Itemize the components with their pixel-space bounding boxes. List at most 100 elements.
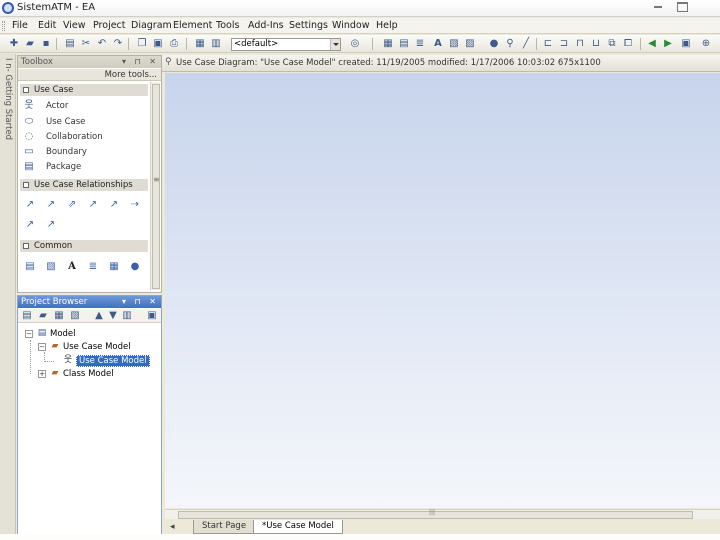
redo-icon[interactable]: ↷ [112,38,124,50]
new-element-icon[interactable]: ▧ [69,310,81,322]
toolbox-scrollbar[interactable] [150,82,160,290]
connector-icon[interactable]: ╱ [520,38,532,50]
menu-addins[interactable]: Add-Ins [248,20,284,31]
align-bottom-icon[interactable]: ⊔ [590,38,602,50]
collapse-icon[interactable] [23,87,29,93]
menu-tools[interactable]: Tools [216,20,239,31]
menu-diagram[interactable]: Diagram [131,20,172,31]
menu-help[interactable]: Help [376,20,398,31]
open-icon[interactable]: ▰ [24,38,36,50]
trace-icon[interactable]: ↗ [45,219,57,231]
properties-icon[interactable]: ▥ [121,310,133,322]
tool-package[interactable]: ▤ Package [22,160,81,174]
hyperlink-icon[interactable]: ≣ [87,261,99,273]
move-up-icon[interactable]: ▲ [93,310,105,322]
tree-node-class-model[interactable]: + ▰ Class Model [38,368,114,380]
extend-icon[interactable]: ↗ [108,199,120,211]
paste-icon[interactable]: ▣ [152,38,164,50]
workspace-select[interactable]: <default> [231,38,341,51]
element-icon[interactable]: ▧ [448,38,460,50]
move-down-icon[interactable]: ▼ [107,310,119,322]
new-folder-icon[interactable]: ▰ [37,310,49,322]
cut-icon[interactable]: ✂ [80,38,92,50]
collapse-icon[interactable] [23,243,29,249]
tab-start-page[interactable]: Start Page [193,520,256,534]
globe-icon[interactable]: ● [488,38,500,50]
grid-icon[interactable]: ▦ [382,38,394,50]
collapse-icon[interactable]: − [38,342,46,351]
section-common[interactable]: Common [20,240,148,252]
maximize-button[interactable] [670,0,694,12]
generalize-icon[interactable]: ⇗ [66,199,78,211]
menu-file[interactable]: File [12,20,28,31]
more-tools-button[interactable]: More tools... [18,69,161,81]
same-size-icon[interactable]: ⧉ [606,38,618,50]
align-left-icon[interactable]: ⊏ [542,38,554,50]
forward-icon[interactable]: ▶ [662,38,674,50]
diagram-horizontal-scrollbar[interactable] [165,509,720,519]
menu-project[interactable]: Project [93,20,126,31]
collapse-icon[interactable] [23,182,29,188]
panel-buttons[interactable]: ▾ ⊓ ✕ [122,296,159,308]
tree-node-use-case-model[interactable]: − ▰ Use Case Model [38,341,131,353]
pin-icon[interactable]: ⚲ [165,58,174,67]
tool-use-case[interactable]: ⬭ Use Case [22,115,86,129]
directed-association-icon[interactable]: ↗ [45,199,57,211]
new-project-icon[interactable]: ✚ [8,38,20,50]
copy-icon[interactable]: ❐ [136,38,148,50]
expand-icon[interactable]: + [38,369,46,378]
align-top-icon[interactable]: ⊓ [574,38,586,50]
table-icon[interactable]: ▤ [398,38,410,50]
constraint-icon[interactable]: ▧ [45,261,57,273]
font-icon[interactable]: A [432,38,444,50]
menu-element[interactable]: Element [173,20,212,31]
note-icon[interactable]: ▤ [24,261,36,273]
menu-grip-icon[interactable] [2,21,5,31]
save-icon[interactable]: ▪ [40,38,52,50]
menu-edit[interactable]: Edit [38,20,56,31]
layout-icon[interactable]: ▥ [210,38,222,50]
tab-use-case-model[interactable]: *Use Case Model [253,520,343,534]
new-diagram-icon[interactable]: ▦ [53,310,65,322]
association-icon[interactable]: ↗ [24,199,36,211]
text-icon[interactable]: A [66,261,78,273]
tree-node-use-case-diagram[interactable]: 웃 Use Case Model [62,355,150,367]
tool-actor[interactable]: 웃 Actor [22,99,68,113]
group-icon[interactable]: ⧠ [622,38,634,50]
menu-view[interactable]: View [63,20,86,31]
print-icon[interactable]: ▤ [64,38,76,50]
panel-buttons[interactable]: ▾ ⊓ ✕ [122,56,159,68]
tool-collaboration[interactable]: ◌ Collaboration [22,130,103,144]
properties-icon[interactable]: ▦ [194,38,206,50]
dependency-icon[interactable]: ↗ [24,219,36,231]
undo-icon[interactable]: ↶ [96,38,108,50]
section-use-case-relationships[interactable]: Use Case Relationships [20,179,148,191]
options-icon[interactable]: ▣ [146,310,158,322]
new-package-icon[interactable]: ▤ [21,310,33,322]
include-icon[interactable]: ↗ [87,199,99,211]
tool-boundary[interactable]: ▭ Boundary [22,145,87,159]
zoom-in-icon[interactable]: ⊕ [700,38,712,50]
elements-icon[interactable]: ▨ [464,38,476,50]
align-right-icon[interactable]: ⊐ [558,38,570,50]
menu-window[interactable]: Window [332,20,369,31]
getting-started-side-tab[interactable]: I n- Getting Started [3,58,13,140]
collapse-icon[interactable]: − [25,329,33,338]
app-icon[interactable] [2,2,14,14]
search-icon[interactable]: ◎ [349,38,361,50]
back-icon[interactable]: ◀ [646,38,658,50]
realize-icon[interactable]: ⇢ [129,199,141,211]
chevron-down-icon[interactable] [330,39,340,50]
tree-node-model[interactable]: − ▤ Model [25,328,76,340]
diagram-canvas[interactable] [165,73,720,508]
list-icon[interactable]: ≣ [414,38,426,50]
artifact-icon[interactable]: ● [129,261,141,273]
image-icon[interactable]: ▣ [680,38,692,50]
minimize-button[interactable] [646,0,670,12]
section-use-case[interactable]: Use Case [20,84,148,96]
tab-scroll-left-icon[interactable]: ◂ [170,522,175,532]
zoom-icon[interactable]: ⚲ [504,38,516,50]
legend-icon[interactable]: ▦ [108,261,120,273]
printer-icon[interactable]: ⎙ [168,38,180,50]
menu-settings[interactable]: Settings [289,20,328,31]
